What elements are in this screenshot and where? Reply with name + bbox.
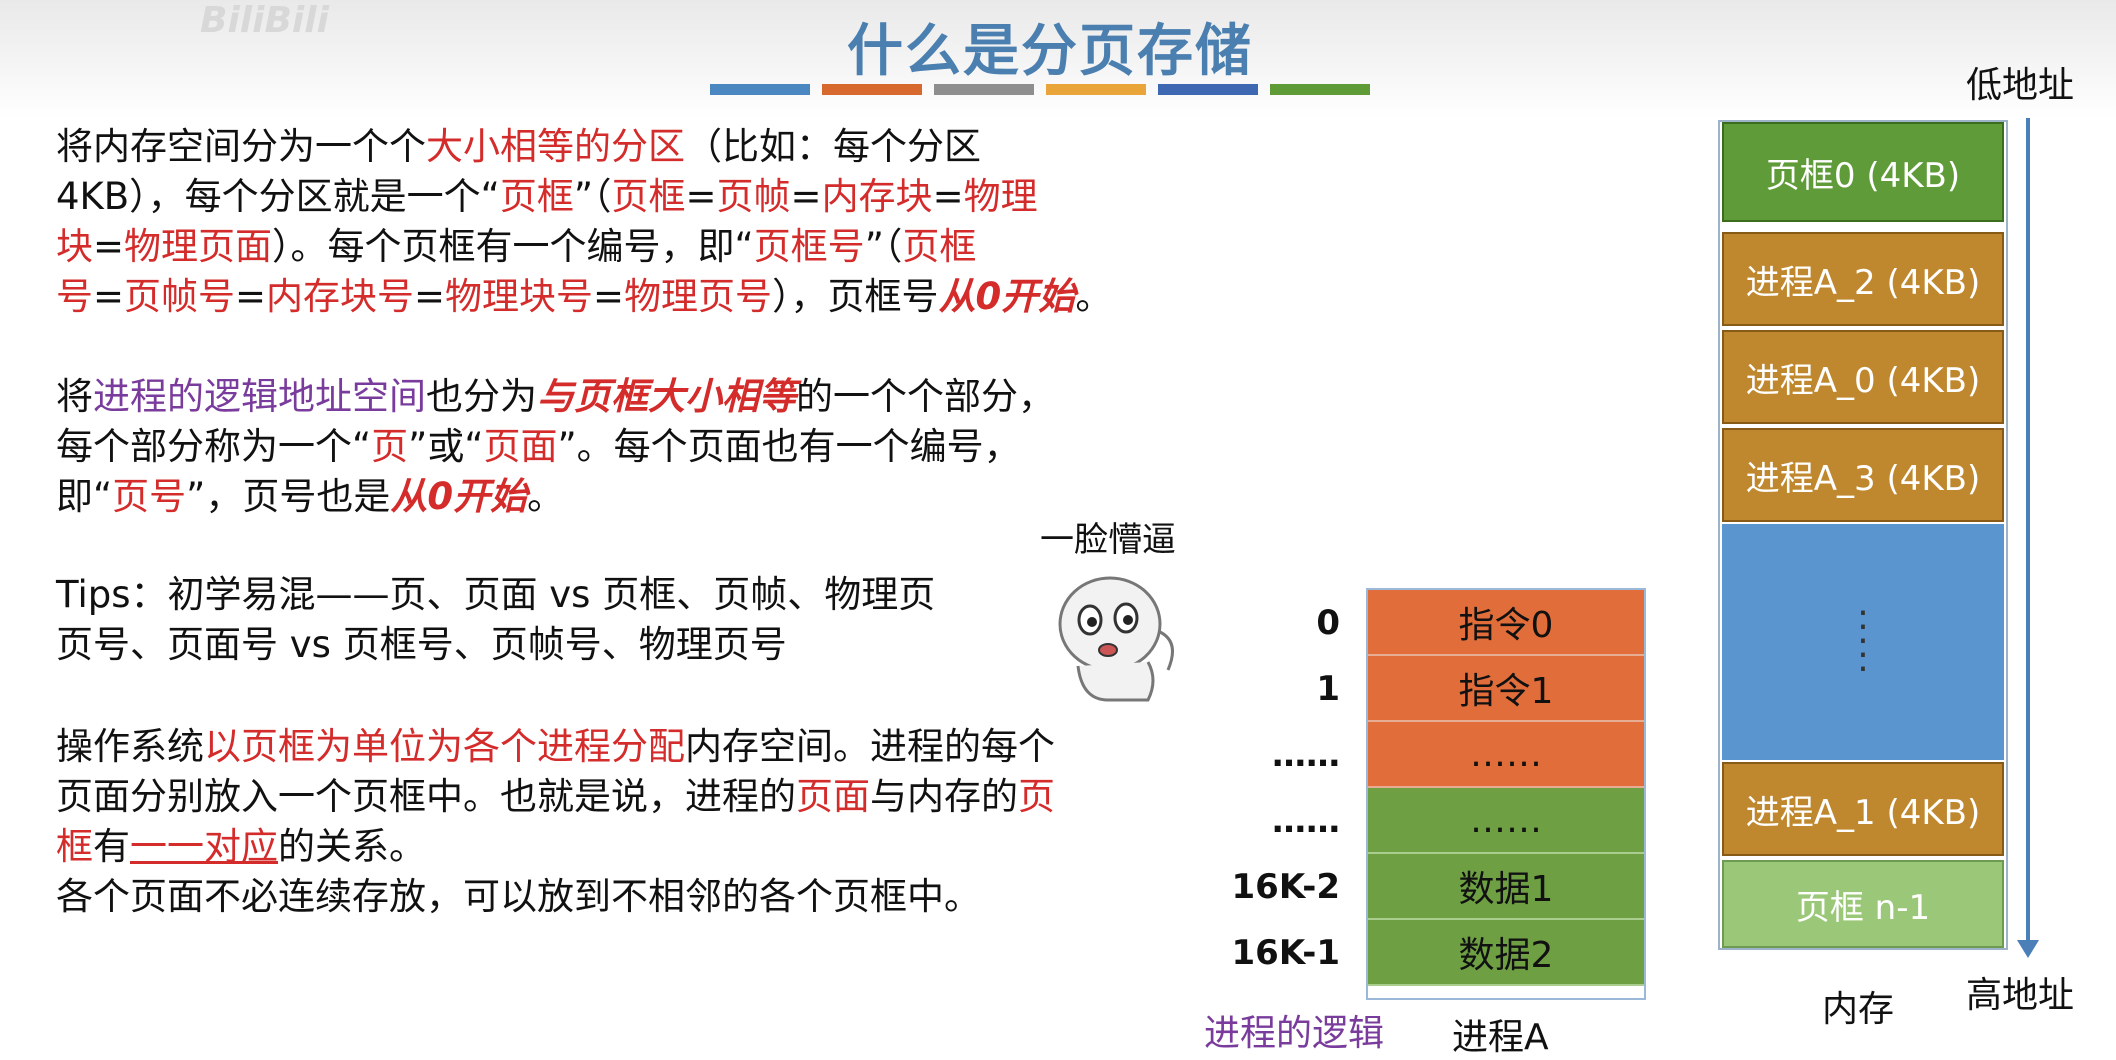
p3-line-4: 各个页面不必连续存放，可以放到不相邻的各个页框中。 [56, 875, 981, 918]
color-bar-6 [1270, 84, 1370, 95]
p2-line-1: 将进程的逻辑地址空间也分为与页框大小相等的一个个部分， [56, 375, 1055, 418]
memory-free-region: · · · · · [1722, 524, 2004, 760]
tips-paragraph: Tips：初学易混——页、页面 vs 页框、页帧、物理页 页号、页面号 vs 页… [56, 570, 935, 670]
paragraph-3: 操作系统以页框为单位为各个进程分配内存空间。进程的每个 页面分别放入一个页框中。… [56, 722, 1055, 922]
p1-line-3: 块=物理页面）。每个页框有一个编号，即“页框号”（页框 [56, 225, 977, 268]
address-direction-arrow [2026, 118, 2030, 948]
color-bar-5 [1158, 84, 1258, 95]
logic-address-5: 16K-1 [1231, 933, 1340, 973]
emoji-caption: 一脸懵逼 [1040, 520, 1176, 560]
color-bar-3 [934, 84, 1034, 95]
logic-caption-left: 进程的逻辑 [1204, 1013, 1385, 1054]
p2-line-3: 即“页号”，页号也是从0开始。 [56, 475, 565, 518]
tips-line-2: 页号、页面号 vs 页框号、页帧号、物理页号 [56, 623, 787, 666]
memory-frame-0: 页框0 (4KB) [1722, 122, 2004, 222]
p3-line-3: 框有一一对应的关系。 [56, 825, 426, 868]
p1-line-2: 4KB），每个分区就是一个“页框”（页框=页帧=内存块=物理 [56, 175, 1038, 218]
logic-address-0: 0 [1316, 603, 1340, 643]
low-address-label: 低地址 [1966, 65, 2075, 106]
watermark: BiliBili [200, 0, 329, 41]
p1-line-4: 号=页帧号=内存块号=物理块号=物理页号），页框号从0开始。 [56, 275, 1113, 318]
logic-address-4: 16K-2 [1231, 867, 1340, 907]
memory-process-a-1: 进程A_1 (4KB) [1722, 762, 2004, 856]
paragraph-2: 将进程的逻辑地址空间也分为与页框大小相等的一个个部分， 每个部分称为一个“页”或… [56, 372, 1055, 522]
slide-title: 什么是分页存储 [847, 19, 1253, 84]
logic-frame [1366, 588, 1646, 1000]
confused-face-icon [1058, 576, 1174, 702]
p1-line-1: 将内存空间分为一个个大小相等的分区（比如：每个分区 [56, 125, 981, 168]
p2-line-2: 每个部分称为一个“页”或“页面”。每个页面也有一个编号， [56, 425, 1021, 468]
memory-caption: 内存 [1822, 989, 1895, 1030]
memory-process-a-2: 进程A_2 (4KB) [1722, 232, 2004, 326]
memory-process-a-3: 进程A_3 (4KB) [1722, 428, 2004, 522]
logic-caption-right: 进程A [1452, 1017, 1549, 1058]
color-bar-4 [1046, 84, 1146, 95]
logic-address-1: 1 [1316, 669, 1340, 709]
color-bar-1 [710, 84, 810, 95]
vertical-ellipsis-icon: · · · · · [1857, 593, 1869, 690]
memory-process-a-0: 进程A_0 (4KB) [1722, 330, 2004, 424]
memory-frame-n-1: 页框 n-1 [1722, 860, 2004, 948]
color-bar-2 [822, 84, 922, 95]
p3-line-2: 页面分别放入一个页框中。也就是说，进程的页面与内存的页 [56, 775, 1055, 818]
address-arrow-head [2017, 940, 2039, 958]
tips-line-1: Tips：初学易混——页、页面 vs 页框、页帧、物理页 [56, 573, 936, 616]
high-address-label: 高地址 [1966, 975, 2075, 1016]
logic-address-3: …… [1272, 801, 1340, 841]
logic-address-2: …… [1272, 735, 1340, 775]
p3-line-1: 操作系统以页框为单位为各个进程分配内存空间。进程的每个 [56, 725, 1055, 768]
paragraph-1: 将内存空间分为一个个大小相等的分区（比如：每个分区 4KB），每个分区就是一个“… [56, 122, 1112, 322]
